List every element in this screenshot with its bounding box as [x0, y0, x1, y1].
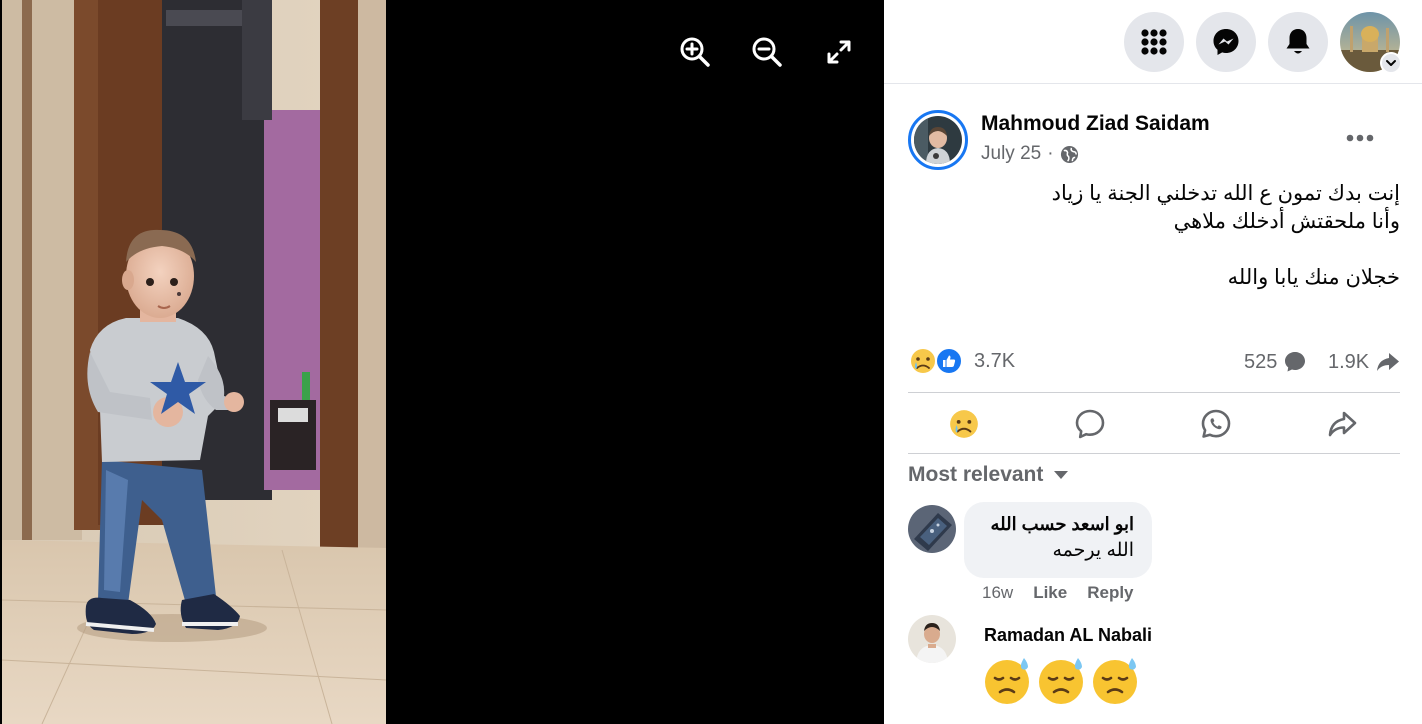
post-text-line: خجلان منك يابا والله: [1227, 266, 1400, 289]
commenter-avatar-image: [908, 505, 956, 553]
react-button[interactable]: [944, 405, 984, 443]
chevron-down-icon: [1386, 60, 1396, 66]
reactions-count[interactable]: 3.7K: [974, 350, 1015, 373]
share-button[interactable]: [1322, 405, 1362, 443]
share-icon: [1328, 411, 1357, 437]
author-avatar[interactable]: [908, 110, 968, 170]
zoom-out-button[interactable]: [747, 32, 787, 72]
share-icon: [1377, 353, 1400, 371]
zoom-out-icon: [752, 37, 782, 67]
comment-reply-button[interactable]: Reply: [1087, 583, 1133, 603]
comment-icon: [1285, 352, 1306, 372]
meta-separator: ·: [1047, 143, 1054, 164]
post-text-line: إنت بدك تمون ع الله تدخلني الجنة يا زياد: [1051, 182, 1400, 205]
comment-bubble: ابو اسعد حسب الله الله يرحمه: [964, 502, 1152, 578]
zoom-in-icon: [680, 37, 710, 67]
downcast-sweat-emoji-icon: [1093, 658, 1137, 704]
author-name[interactable]: Mahmoud Ziad Saidam: [981, 112, 1210, 136]
menu-button[interactable]: [1124, 12, 1184, 72]
sad-reaction-icon: [950, 410, 978, 438]
fullscreen-icon: [827, 40, 851, 64]
downcast-sweat-emoji-icon: [1039, 658, 1083, 704]
downcast-sweat-emoji-icon: [985, 658, 1029, 704]
post-meta: July 25 ·: [981, 143, 1079, 165]
whatsapp-icon: [1201, 409, 1231, 438]
comments-count-link[interactable]: 525: [1244, 350, 1307, 374]
commenter-avatar-image: [908, 615, 956, 663]
comments-count: 525: [1244, 350, 1278, 373]
shares-count-link[interactable]: 1.9K: [1328, 350, 1401, 374]
whatsapp-share-button[interactable]: [1196, 405, 1236, 443]
comment-author-avatar[interactable]: [908, 615, 956, 663]
comment-timestamp[interactable]: 16w: [982, 583, 1013, 603]
comment-sort-dropdown[interactable]: Most relevant: [908, 463, 1069, 487]
photo-post-page: Mahmoud Ziad Saidam July 25 · إنت بدك تم…: [0, 0, 1422, 724]
post-text-line: وأنا ملحقتش أدخلك ملاهي: [1173, 210, 1400, 233]
globe-icon[interactable]: [1060, 145, 1079, 164]
reaction-icons[interactable]: [908, 346, 964, 376]
post-panel: Mahmoud Ziad Saidam July 25 · إنت بدك تم…: [884, 0, 1422, 724]
photo-boy-walking: [2, 0, 386, 724]
comment-icon: [1075, 409, 1105, 439]
post-stats: 3.7K 525 1.9K: [908, 344, 1400, 380]
top-bar: [884, 0, 1422, 84]
post-photo: [2, 0, 386, 724]
messenger-icon: [1213, 29, 1239, 55]
comment-author-avatar[interactable]: [908, 505, 956, 553]
post-text-gap: [910, 236, 1400, 264]
comment-sort-label: Most relevant: [908, 463, 1044, 486]
comment-author-name[interactable]: Ramadan AL Nabali: [984, 625, 1152, 646]
comment-text: الله يرحمه: [1052, 540, 1134, 561]
comment-like-button[interactable]: Like: [1033, 583, 1067, 603]
shares-count: 1.9K: [1328, 350, 1370, 373]
comment-author-name[interactable]: ابو اسعد حسب الله: [982, 514, 1134, 535]
menu-grid-icon: [1141, 29, 1167, 55]
caret-down-icon: [1054, 471, 1069, 479]
zoom-in-button[interactable]: [675, 32, 715, 72]
post-actions: [908, 392, 1400, 454]
like-reaction-icon: [935, 347, 963, 375]
post-date[interactable]: July 25: [981, 143, 1041, 165]
author-avatar-image: [914, 116, 962, 164]
comment-actions: 16w Like Reply: [982, 583, 1134, 603]
post-header: Mahmoud Ziad Saidam July 25 ·: [908, 108, 1398, 170]
post-options-button[interactable]: [1340, 118, 1380, 158]
account-button[interactable]: [1340, 12, 1402, 74]
notifications-button[interactable]: [1268, 12, 1328, 72]
comment-emoji-row: [982, 654, 1142, 706]
account-chevron[interactable]: [1380, 52, 1402, 74]
photo-viewer: [0, 0, 884, 724]
more-options-icon: [1346, 134, 1374, 142]
messenger-button[interactable]: [1196, 12, 1256, 72]
post-text: إنت بدك تمون ع الله تدخلني الجنة يا زياد…: [910, 180, 1400, 292]
comment-button[interactable]: [1070, 405, 1110, 443]
bell-icon: [1286, 29, 1310, 54]
fullscreen-button[interactable]: [819, 32, 859, 72]
